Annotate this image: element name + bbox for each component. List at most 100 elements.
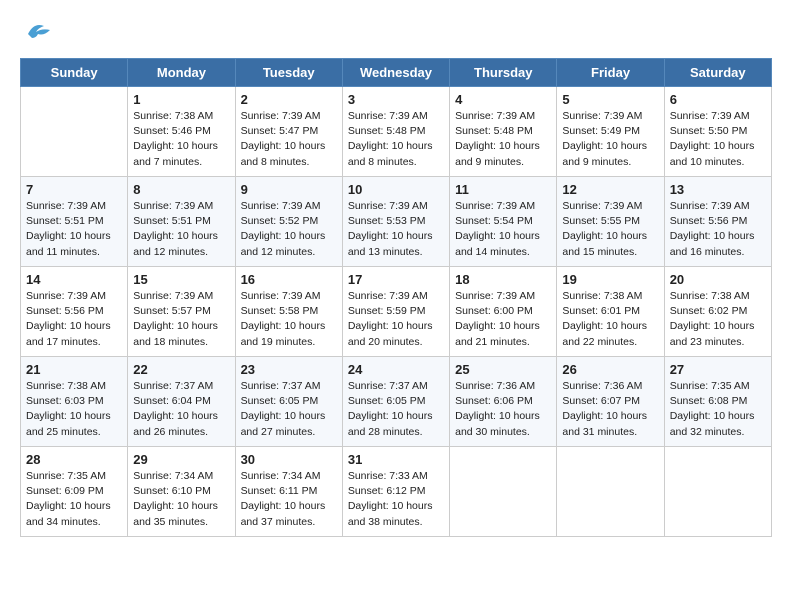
calendar-cell: 20 Sunrise: 7:38 AM Sunset: 6:02 PM Dayli…: [664, 267, 771, 357]
calendar-cell: [557, 447, 664, 537]
day-number: 23: [241, 362, 337, 377]
calendar-cell: 3 Sunrise: 7:39 AM Sunset: 5:48 PM Daylig…: [342, 87, 449, 177]
day-details: Sunrise: 7:37 AM Sunset: 6:05 PM Dayligh…: [348, 379, 444, 440]
day-details: Sunrise: 7:39 AM Sunset: 5:57 PM Dayligh…: [133, 289, 229, 350]
day-number: 20: [670, 272, 766, 287]
day-number: 31: [348, 452, 444, 467]
dow-header-saturday: Saturday: [664, 59, 771, 87]
day-number: 15: [133, 272, 229, 287]
calendar-cell: [664, 447, 771, 537]
day-number: 7: [26, 182, 122, 197]
day-details: Sunrise: 7:34 AM Sunset: 6:11 PM Dayligh…: [241, 469, 337, 530]
day-details: Sunrise: 7:39 AM Sunset: 5:47 PM Dayligh…: [241, 109, 337, 170]
calendar-table: SundayMondayTuesdayWednesdayThursdayFrid…: [20, 58, 772, 537]
calendar-cell: 11 Sunrise: 7:39 AM Sunset: 5:54 PM Dayli…: [450, 177, 557, 267]
calendar-cell: 15 Sunrise: 7:39 AM Sunset: 5:57 PM Dayli…: [128, 267, 235, 357]
day-details: Sunrise: 7:39 AM Sunset: 5:50 PM Dayligh…: [670, 109, 766, 170]
calendar-cell: 2 Sunrise: 7:39 AM Sunset: 5:47 PM Daylig…: [235, 87, 342, 177]
calendar-cell: 22 Sunrise: 7:37 AM Sunset: 6:04 PM Dayli…: [128, 357, 235, 447]
day-details: Sunrise: 7:39 AM Sunset: 5:48 PM Dayligh…: [455, 109, 551, 170]
day-number: 26: [562, 362, 658, 377]
day-details: Sunrise: 7:35 AM Sunset: 6:09 PM Dayligh…: [26, 469, 122, 530]
day-details: Sunrise: 7:39 AM Sunset: 5:51 PM Dayligh…: [26, 199, 122, 260]
calendar-cell: 29 Sunrise: 7:34 AM Sunset: 6:10 PM Dayli…: [128, 447, 235, 537]
calendar-cell: 6 Sunrise: 7:39 AM Sunset: 5:50 PM Daylig…: [664, 87, 771, 177]
day-number: 2: [241, 92, 337, 107]
calendar-cell: 9Sunrise: 7:39 AM Sunset: 5:52 PM Daylig…: [235, 177, 342, 267]
day-number: 21: [26, 362, 122, 377]
day-details: Sunrise: 7:37 AM Sunset: 6:05 PM Dayligh…: [241, 379, 337, 440]
day-details: Sunrise: 7:39 AM Sunset: 5:59 PM Dayligh…: [348, 289, 444, 350]
day-number: 17: [348, 272, 444, 287]
calendar-cell: 13 Sunrise: 7:39 AM Sunset: 5:56 PM Dayli…: [664, 177, 771, 267]
day-number: 22: [133, 362, 229, 377]
calendar-cell: 8 Sunrise: 7:39 AM Sunset: 5:51 PM Daylig…: [128, 177, 235, 267]
day-number: 27: [670, 362, 766, 377]
day-number: 30: [241, 452, 337, 467]
calendar-cell: 28 Sunrise: 7:35 AM Sunset: 6:09 PM Dayli…: [21, 447, 128, 537]
day-details: Sunrise: 7:39 AM Sunset: 6:00 PM Dayligh…: [455, 289, 551, 350]
day-details: Sunrise: 7:39 AM Sunset: 5:58 PM Dayligh…: [241, 289, 337, 350]
calendar-cell: 23 Sunrise: 7:37 AM Sunset: 6:05 PM Dayli…: [235, 357, 342, 447]
day-details: Sunrise: 7:39 AM Sunset: 5:56 PM Dayligh…: [670, 199, 766, 260]
calendar-cell: 12 Sunrise: 7:39 AM Sunset: 5:55 PM Dayli…: [557, 177, 664, 267]
day-number: 13: [670, 182, 766, 197]
day-number: 6: [670, 92, 766, 107]
day-details: Sunrise: 7:37 AM Sunset: 6:04 PM Dayligh…: [133, 379, 229, 440]
day-details: Sunrise: 7:39 AM Sunset: 5:53 PM Dayligh…: [348, 199, 444, 260]
day-details: Sunrise: 7:39 AM Sunset: 5:56 PM Dayligh…: [26, 289, 122, 350]
calendar-cell: 21 Sunrise: 7:38 AM Sunset: 6:03 PM Dayli…: [21, 357, 128, 447]
day-details: Sunrise: 7:39 AM Sunset: 5:54 PM Dayligh…: [455, 199, 551, 260]
day-number: 12: [562, 182, 658, 197]
day-number: 5: [562, 92, 658, 107]
day-number: 8: [133, 182, 229, 197]
calendar-cell: 30 Sunrise: 7:34 AM Sunset: 6:11 PM Dayli…: [235, 447, 342, 537]
calendar-cell: 27 Sunrise: 7:35 AM Sunset: 6:08 PM Dayli…: [664, 357, 771, 447]
calendar-cell: 24 Sunrise: 7:37 AM Sunset: 6:05 PM Dayli…: [342, 357, 449, 447]
calendar-cell: 19 Sunrise: 7:38 AM Sunset: 6:01 PM Dayli…: [557, 267, 664, 357]
calendar-cell: [21, 87, 128, 177]
day-details: Sunrise: 7:38 AM Sunset: 6:03 PM Dayligh…: [26, 379, 122, 440]
calendar-cell: 26 Sunrise: 7:36 AM Sunset: 6:07 PM Dayli…: [557, 357, 664, 447]
day-details: Sunrise: 7:39 AM Sunset: 5:52 PM Dayligh…: [241, 199, 337, 260]
logo-bird-icon: [24, 20, 52, 48]
calendar-cell: 5 Sunrise: 7:39 AM Sunset: 5:49 PM Daylig…: [557, 87, 664, 177]
dow-header-monday: Monday: [128, 59, 235, 87]
day-number: 28: [26, 452, 122, 467]
day-details: Sunrise: 7:39 AM Sunset: 5:55 PM Dayligh…: [562, 199, 658, 260]
calendar-cell: 4 Sunrise: 7:39 AM Sunset: 5:48 PM Daylig…: [450, 87, 557, 177]
calendar-cell: 18Sunrise: 7:39 AM Sunset: 6:00 PM Dayli…: [450, 267, 557, 357]
day-number: 24: [348, 362, 444, 377]
day-number: 11: [455, 182, 551, 197]
day-number: 25: [455, 362, 551, 377]
calendar-cell: [450, 447, 557, 537]
logo: [20, 20, 52, 48]
day-details: Sunrise: 7:38 AM Sunset: 5:46 PM Dayligh…: [133, 109, 229, 170]
calendar-cell: 16Sunrise: 7:39 AM Sunset: 5:58 PM Dayli…: [235, 267, 342, 357]
dow-header-sunday: Sunday: [21, 59, 128, 87]
day-number: 10: [348, 182, 444, 197]
day-details: Sunrise: 7:35 AM Sunset: 6:08 PM Dayligh…: [670, 379, 766, 440]
calendar-cell: 14 Sunrise: 7:39 AM Sunset: 5:56 PM Dayli…: [21, 267, 128, 357]
day-number: 29: [133, 452, 229, 467]
day-details: Sunrise: 7:38 AM Sunset: 6:02 PM Dayligh…: [670, 289, 766, 350]
day-details: Sunrise: 7:38 AM Sunset: 6:01 PM Dayligh…: [562, 289, 658, 350]
calendar-cell: 31 Sunrise: 7:33 AM Sunset: 6:12 PM Dayli…: [342, 447, 449, 537]
page-header: [20, 20, 772, 48]
day-details: Sunrise: 7:39 AM Sunset: 5:49 PM Dayligh…: [562, 109, 658, 170]
day-details: Sunrise: 7:39 AM Sunset: 5:51 PM Dayligh…: [133, 199, 229, 260]
day-details: Sunrise: 7:33 AM Sunset: 6:12 PM Dayligh…: [348, 469, 444, 530]
day-number: 14: [26, 272, 122, 287]
calendar-cell: 17 Sunrise: 7:39 AM Sunset: 5:59 PM Dayli…: [342, 267, 449, 357]
day-details: Sunrise: 7:34 AM Sunset: 6:10 PM Dayligh…: [133, 469, 229, 530]
day-details: Sunrise: 7:36 AM Sunset: 6:07 PM Dayligh…: [562, 379, 658, 440]
calendar-cell: 1Sunrise: 7:38 AM Sunset: 5:46 PM Daylig…: [128, 87, 235, 177]
day-number: 4: [455, 92, 551, 107]
dow-header-friday: Friday: [557, 59, 664, 87]
day-number: 19: [562, 272, 658, 287]
day-details: Sunrise: 7:39 AM Sunset: 5:48 PM Dayligh…: [348, 109, 444, 170]
day-number: 3: [348, 92, 444, 107]
dow-header-tuesday: Tuesday: [235, 59, 342, 87]
calendar-cell: 7 Sunrise: 7:39 AM Sunset: 5:51 PM Daylig…: [21, 177, 128, 267]
dow-header-thursday: Thursday: [450, 59, 557, 87]
